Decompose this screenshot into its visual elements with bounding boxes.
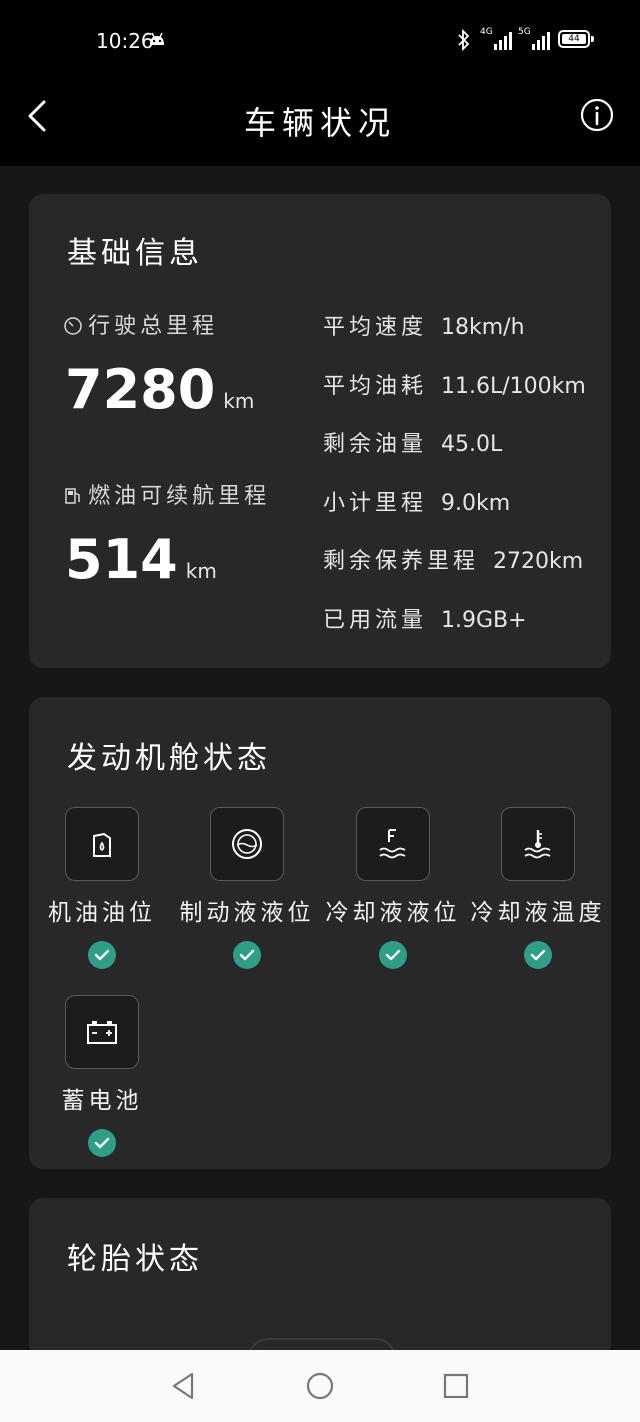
brake-fluid-icon — [210, 807, 284, 881]
coolant-temp-icon — [501, 807, 575, 881]
oil-can-icon — [65, 807, 139, 881]
page-title: 车辆状况 — [243, 104, 396, 142]
stat-data-used: 已用流量 1.9GB+ — [323, 608, 527, 633]
engine-item-coolant-temp[interactable]: 冷却液温度 — [465, 807, 611, 969]
check-icon — [379, 941, 407, 969]
check-icon — [233, 941, 261, 969]
total-mileage-value: 7280 — [65, 358, 216, 421]
battery-indicator: 44 — [558, 30, 594, 48]
stat-avg-fuel: 平均油耗 11.6L/100km — [323, 374, 586, 399]
tire-status-title: 轮胎状态 — [67, 1242, 203, 1277]
stat-remaining-fuel: 剩余油量 45.0L — [323, 432, 503, 457]
engine-status-title: 发动机舱状态 — [67, 741, 271, 776]
status-bar: 10:26 4G 5G 44 — [0, 0, 640, 82]
total-mileage-label: 行驶总里程 — [88, 314, 219, 339]
check-icon — [524, 941, 552, 969]
stat-avg-speed: 平均速度 18km/h — [323, 315, 525, 340]
battery-level: 44 — [562, 34, 586, 44]
system-nav-bar — [0, 1350, 640, 1422]
range-unit: km — [185, 559, 217, 583]
status-time: 10:26 — [96, 29, 154, 53]
stat-maintenance-mileage: 剩余保养里程 2720km — [323, 549, 584, 574]
total-mileage-label-row: 行驶总里程 — [63, 308, 218, 340]
engine-item-label: 机油油位 — [48, 900, 156, 926]
check-icon — [88, 941, 116, 969]
app-header: 车辆状况 — [0, 82, 640, 166]
engine-item-brake-fluid[interactable]: 制动液液位 — [174, 807, 320, 969]
total-mileage-unit: km — [223, 389, 255, 413]
odometer-icon — [64, 317, 82, 335]
info-icon[interactable] — [580, 98, 614, 132]
engine-item-coolant-level[interactable]: 冷却液液位 — [320, 807, 466, 969]
fuel-pump-icon — [65, 488, 80, 504]
tire-status-card: 轮胎状态 — [29, 1198, 611, 1382]
engine-item-label: 冷却液温度 — [470, 900, 606, 926]
range-label: 燃油可续航里程 — [88, 484, 271, 509]
range-value: 514 — [65, 528, 178, 591]
signal-icon-2: 5G — [518, 28, 552, 50]
engine-item-label: 制动液液位 — [179, 900, 315, 926]
engine-item-label: 蓄电池 — [61, 1088, 143, 1114]
stat-trip-mileage: 小计里程 9.0km — [323, 491, 511, 516]
total-mileage: 7280 km — [65, 358, 254, 421]
engine-status-card: 发动机舱状态 机油油位 制动液液位 冷却液液位 冷却液温度 蓄电池 — [29, 697, 611, 1169]
coolant-level-icon — [356, 807, 430, 881]
nav-home-icon[interactable] — [304, 1370, 336, 1402]
battery-icon — [65, 995, 139, 1069]
bluetooth-icon — [458, 29, 470, 51]
android-icon — [150, 32, 164, 45]
basic-info-title: 基础信息 — [67, 236, 203, 271]
basic-info-card: 基础信息 行驶总里程 7280 km 燃油可续航里程 514 km 平均速度 18km… — [29, 194, 611, 668]
check-icon — [88, 1129, 116, 1157]
engine-item-label: 冷却液液位 — [325, 900, 461, 926]
range: 514 km — [65, 528, 217, 591]
signal-icon-1: 4G — [480, 28, 512, 50]
engine-item-battery[interactable]: 蓄电池 — [29, 995, 175, 1157]
range-label-row: 燃油可续航里程 — [63, 478, 270, 510]
nav-recents-icon[interactable] — [440, 1370, 472, 1402]
engine-item-oil-level[interactable]: 机油油位 — [29, 807, 175, 969]
nav-back-icon[interactable] — [168, 1370, 200, 1402]
